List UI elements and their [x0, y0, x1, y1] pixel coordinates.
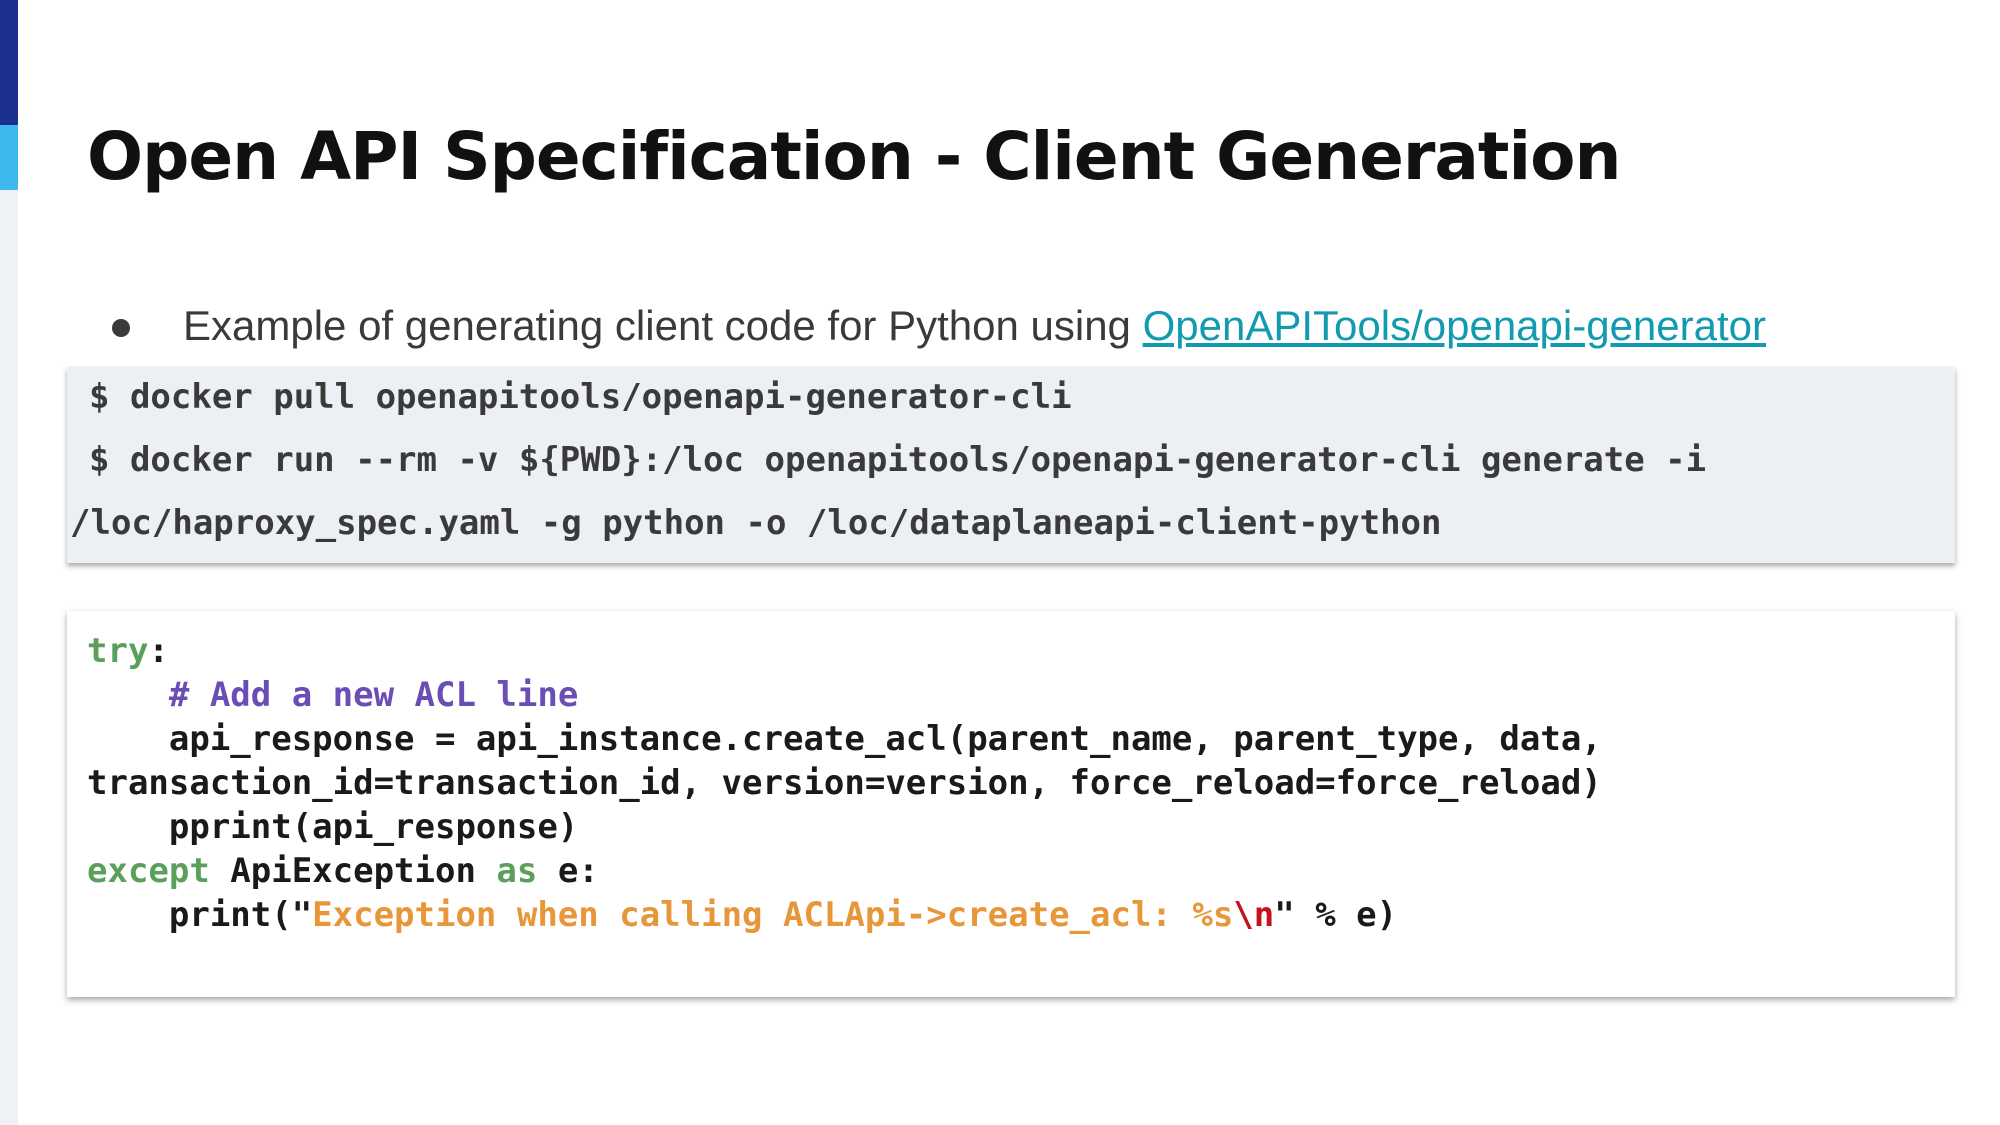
openapi-generator-link[interactable]: OpenAPITools/openapi-generator — [1143, 302, 1766, 349]
accent-bar-dark — [0, 0, 18, 125]
code-line: pprint(api_response) — [87, 807, 579, 847]
code-keyword: try — [87, 631, 149, 671]
shell-line: $ docker pull openapitools/openapi-gener… — [89, 377, 1072, 417]
accent-bar-light — [0, 125, 18, 190]
bullet-item: Example of generating client code for Py… — [112, 298, 1766, 354]
code-comment: # Add a new ACL line — [168, 675, 579, 715]
bullet-label: Example of generating client code for Py… — [183, 302, 1143, 349]
shell-line: $ docker run --rm -v ${PWD}:/loc openapi… — [89, 440, 1707, 480]
code-line: api_response = api_instance.create_acl(p… — [87, 719, 1602, 759]
code-line: transaction_id=transaction_id, version=v… — [87, 763, 1602, 803]
code-keyword: as — [496, 851, 538, 891]
code-text: e: — [537, 851, 599, 891]
shell-command-block: $ docker pull openapitools/openapi-gener… — [67, 367, 1955, 563]
code-text: print(" — [87, 895, 313, 935]
code-line: except ApiException as e: — [87, 851, 599, 891]
code-line: try: — [87, 631, 169, 671]
slide-title: Open API Specification - Client Generati… — [87, 118, 1621, 195]
code-line: print("Exception when calling ACLApi->cr… — [87, 895, 1397, 935]
code-text: : — [148, 631, 169, 671]
bullet-text: Example of generating client code for Py… — [183, 302, 1766, 350]
code-string: Exception when calling ACLApi->create_ac… — [312, 895, 1234, 935]
code-text: " % e) — [1274, 895, 1398, 935]
code-text: ApiException — [209, 851, 497, 891]
code-line: # Add a new ACL line — [87, 675, 578, 715]
bullet-dot-icon — [112, 319, 130, 337]
code-keyword: except — [87, 851, 210, 891]
code-escape: \n — [1233, 895, 1275, 935]
shell-line: /loc/haproxy_spec.yaml -g python -o /loc… — [70, 503, 1442, 543]
python-code-block: try: # Add a new ACL line api_response =… — [67, 611, 1955, 997]
